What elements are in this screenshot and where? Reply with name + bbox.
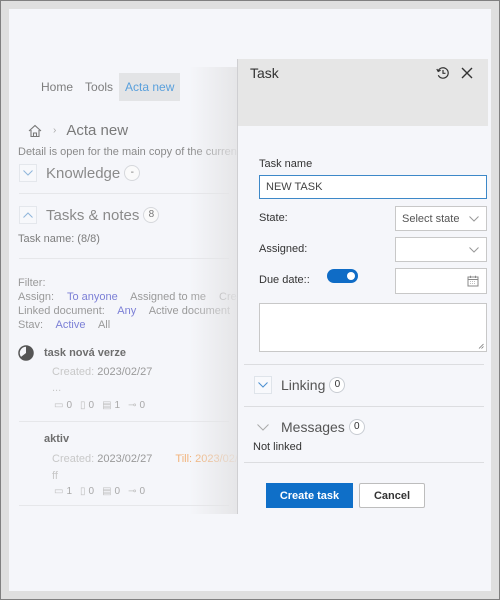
- divider: [244, 462, 484, 463]
- tasks-label: Tasks & notes: [46, 206, 140, 224]
- due-date-label: Due date::: [259, 274, 310, 286]
- task-title-text: task nová verze: [44, 347, 126, 359]
- knowledge-badge: -: [124, 165, 141, 181]
- attachment-icon: ▯: [80, 400, 86, 411]
- task-description: ff: [52, 470, 58, 482]
- panel-shadow: [189, 67, 237, 514]
- filter-assign-label: Assign:: [18, 291, 55, 303]
- documents-count: 0: [114, 486, 121, 497]
- toggle-knob: [347, 272, 355, 280]
- filter-title: Filter:: [18, 277, 46, 289]
- chevron-down-icon[interactable]: [254, 376, 272, 394]
- created-date: 2023/02/27: [97, 453, 153, 465]
- home-icon[interactable]: [27, 123, 43, 139]
- task-name-value: NEW TASK: [266, 181, 323, 193]
- tasks-badge: 8: [143, 207, 160, 223]
- state-label: State:: [259, 212, 288, 224]
- due-date-input[interactable]: [395, 268, 487, 294]
- panel-title: Task: [250, 65, 279, 81]
- top-nav: Home Tools Acta new: [35, 73, 181, 101]
- document-icon: ▤: [102, 486, 112, 497]
- chevron-down-icon: [469, 246, 479, 253]
- calendar-icon[interactable]: [467, 275, 479, 287]
- nav-tools[interactable]: Tools: [79, 73, 119, 101]
- filter-linked-any[interactable]: Any: [117, 305, 136, 317]
- task-created: Created: 2023/02/27: [52, 366, 152, 378]
- messages-empty-text: Not linked: [253, 441, 302, 453]
- assigned-select[interactable]: [395, 237, 487, 262]
- cancel-button[interactable]: Cancel: [359, 483, 425, 508]
- knowledge-section-header[interactable]: Knowledge -: [19, 164, 141, 182]
- comment-icon: ▭: [54, 400, 64, 411]
- created-label: Created:: [52, 366, 95, 378]
- links-count: 0: [139, 486, 146, 497]
- linking-section-header[interactable]: Linking 0: [254, 376, 346, 394]
- chevron-up-icon[interactable]: [19, 206, 37, 224]
- task-panel: Task Task name NEW TASK State: Select st…: [237, 59, 488, 514]
- knowledge-label: Knowledge: [46, 164, 121, 182]
- task-name-label: Task name: [259, 158, 313, 170]
- comments-count: 1: [66, 486, 73, 497]
- task-title-text: aktiv: [44, 433, 70, 445]
- chevron-down-icon[interactable]: [254, 418, 272, 436]
- linking-label: Linking: [281, 377, 326, 393]
- filter-stav-all[interactable]: All: [98, 319, 110, 331]
- history-button[interactable]: [434, 64, 452, 82]
- documents-count: 1: [114, 400, 121, 411]
- filter-stav-label: Stav:: [18, 319, 44, 331]
- chevron-down-icon: [469, 215, 479, 222]
- tasks-section-header[interactable]: Tasks & notes 8: [19, 206, 160, 224]
- attachment-icon: ▯: [80, 486, 86, 497]
- linking-badge: 0: [329, 377, 346, 393]
- chevron-down-icon[interactable]: [19, 164, 37, 182]
- task-name-count: Task name: (8/8): [18, 233, 100, 245]
- attachments-count: 0: [88, 486, 95, 497]
- task-stats: ▭ 1 ▯ 0 ▤ 0 ⊸ 0: [54, 486, 153, 497]
- link-icon: ⊸: [128, 400, 137, 411]
- due-date-toggle[interactable]: [327, 269, 358, 283]
- close-button[interactable]: [458, 64, 476, 82]
- task-name-input[interactable]: NEW TASK: [259, 175, 487, 199]
- filter-linked-label: Linked document:: [18, 305, 105, 317]
- comments-count: 0: [66, 400, 73, 411]
- app-canvas: Home Tools Acta new › Acta new Detail is…: [9, 9, 491, 591]
- comment-icon: ▭: [54, 486, 64, 497]
- divider: [244, 364, 484, 365]
- messages-badge: 0: [348, 419, 365, 435]
- filter-stav-active[interactable]: Active: [56, 319, 86, 331]
- progress-pie-icon: [18, 345, 34, 361]
- create-task-button[interactable]: Create task: [266, 483, 353, 508]
- messages-label: Messages: [281, 419, 345, 435]
- panel-header: Task: [238, 59, 488, 126]
- breadcrumb: › Acta new: [27, 122, 128, 139]
- created-date: 2023/02/27: [97, 366, 153, 378]
- description-textarea[interactable]: [259, 303, 487, 352]
- filter-assign-to-anyone[interactable]: To anyone: [67, 291, 118, 303]
- assigned-label: Assigned:: [259, 243, 308, 255]
- task-item-title[interactable]: task nová verze: [18, 345, 126, 361]
- state-select[interactable]: Select state: [395, 206, 487, 231]
- divider: [244, 406, 484, 407]
- task-description: ...: [52, 382, 62, 394]
- nav-acta-new[interactable]: Acta new: [119, 73, 181, 101]
- attachments-count: 0: [88, 400, 95, 411]
- created-label: Created:: [52, 453, 95, 465]
- close-icon: [461, 67, 473, 79]
- history-icon: [436, 67, 449, 79]
- link-icon: ⊸: [128, 486, 137, 497]
- state-placeholder: Select state: [402, 212, 460, 225]
- filter-stav: Stav: Active All: [18, 319, 120, 332]
- document-icon: ▤: [102, 400, 112, 411]
- links-count: 0: [139, 400, 146, 411]
- task-item-title[interactable]: aktiv: [44, 433, 69, 445]
- breadcrumb-separator-icon: ›: [53, 125, 57, 136]
- resize-grip-icon[interactable]: [478, 343, 484, 349]
- window-frame: Home Tools Acta new › Acta new Detail is…: [0, 0, 500, 600]
- nav-home[interactable]: Home: [35, 73, 79, 101]
- messages-section-header[interactable]: Messages 0: [254, 418, 365, 436]
- task-stats: ▭ 0 ▯ 0 ▤ 1 ⊸ 0: [54, 400, 153, 411]
- breadcrumb-current: Acta new: [66, 122, 129, 139]
